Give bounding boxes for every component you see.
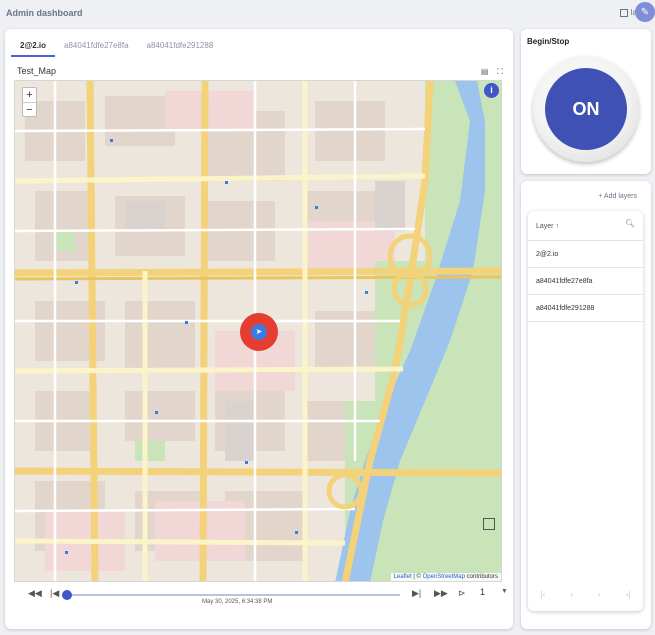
begin-stop-card: Begin/Stop ON <box>521 29 651 174</box>
on-button[interactable]: ON <box>545 68 627 150</box>
timeline-slider-handle[interactable] <box>62 590 72 600</box>
zoom-control: + − <box>22 87 37 117</box>
layer-table: Layer ↑ 🔍︎ 2@2.io a84041fdfe27e8fa a8404… <box>528 211 643 611</box>
fast-rewind-icon[interactable]: ◀◀ <box>28 588 42 599</box>
add-layers-label: Add layers <box>603 193 637 200</box>
skip-previous-icon[interactable]: |◀ <box>50 588 59 599</box>
timeline-date: May 30, 2025, 6:34:38 PM <box>202 599 273 605</box>
search-icon[interactable]: 🔍︎ <box>625 219 635 228</box>
info-button[interactable]: i <box>484 83 499 98</box>
begin-stop-title: Begin/Stop <box>527 37 570 46</box>
replay-timeline: ◀◀ |◀ May 30, 2025, 6:34:38 PM ▶| ▶▶ ⊳ 1… <box>14 585 509 625</box>
tab-device-1[interactable]: 2@2.io <box>11 35 56 57</box>
map-attribution: Leaflet | © OpenStreetMap contributors <box>390 573 501 581</box>
last-page-icon[interactable]: ›| <box>626 590 631 599</box>
device-tabs: 2@2.io a84041fdfe27e8fa a84041fdfe291288 <box>11 35 222 57</box>
power-button-ring: ON <box>533 56 639 162</box>
zoom-out-button[interactable]: − <box>23 102 36 116</box>
layers-card: + Add layers Layer ↑ 🔍︎ 2@2.io a84041fdf… <box>521 181 651 629</box>
map-fullscreen-icon[interactable] <box>483 518 495 530</box>
first-page-icon[interactable]: |‹ <box>541 590 546 599</box>
plus-icon: + <box>598 193 603 200</box>
map-view[interactable]: + − i ➤ Leaflet | © OpenStreetMap contri… <box>14 80 502 582</box>
table-row[interactable]: a84041fdfe27e8fa <box>528 268 643 295</box>
zoom-in-button[interactable]: + <box>23 88 36 102</box>
attribution-contributors: contributors <box>466 574 498 580</box>
layer-table-header: Layer ↑ 🔍︎ <box>528 211 643 241</box>
skip-next-icon[interactable]: ▶| <box>412 588 421 599</box>
edit-button[interactable]: ✎ <box>635 2 655 22</box>
attribution-separator: | © <box>413 574 421 580</box>
device-location-marker[interactable]: ➤ <box>240 313 278 351</box>
fast-forward-icon[interactable]: ▶▶ <box>434 588 448 599</box>
top-bar: Admin dashboard lay ✎ <box>0 0 655 26</box>
layer-column-header[interactable]: Layer ↑ <box>536 223 559 230</box>
chevron-down-icon[interactable]: ▼ <box>501 588 508 595</box>
navigation-arrow-icon: ➤ <box>251 324 267 340</box>
tab-device-2[interactable]: a84041fdfe27e8fa <box>55 35 138 57</box>
playback-speed[interactable]: 1 <box>480 587 485 597</box>
table-row[interactable]: a84041fdfe291288 <box>528 295 643 322</box>
app-title: Admin dashboard <box>6 8 83 18</box>
osm-link[interactable]: OpenStreetMap <box>423 574 465 580</box>
timeline-track[interactable] <box>66 594 400 596</box>
add-layers-button[interactable]: + Add layers <box>598 193 637 200</box>
panel-toolbar: ▤ ⛶ <box>481 67 503 77</box>
export-icon[interactable]: ▤ <box>481 67 489 77</box>
previous-page-icon[interactable]: ‹ <box>570 590 573 599</box>
tab-device-3[interactable]: a84041fdfe291288 <box>138 35 223 57</box>
play-icon[interactable]: ⊳ <box>458 588 466 599</box>
layout-icon <box>619 8 628 17</box>
table-row[interactable]: 2@2.io <box>528 241 643 268</box>
fullscreen-icon[interactable]: ⛶ <box>497 67 503 77</box>
leaflet-link[interactable]: Leaflet <box>394 574 412 580</box>
next-page-icon[interactable]: › <box>598 590 601 599</box>
map-title: Test_Map <box>17 66 57 76</box>
pencil-icon: ✎ <box>640 6 650 18</box>
map-card: 2@2.io a84041fdfe27e8fa a84041fdfe291288… <box>5 29 513 629</box>
pagination: |‹ ‹ › ›| <box>528 590 643 599</box>
